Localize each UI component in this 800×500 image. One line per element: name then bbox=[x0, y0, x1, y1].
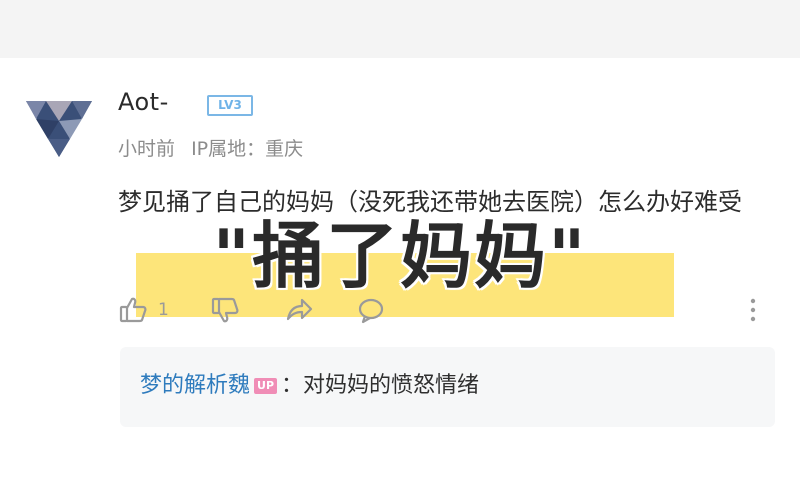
reply-box[interactable]: 梦的解析魏 UP ：对妈妈的愤怒情绪 bbox=[120, 347, 775, 427]
share-button[interactable] bbox=[284, 292, 314, 328]
username[interactable]: Aot- bbox=[118, 88, 169, 116]
reply-button[interactable] bbox=[356, 292, 386, 328]
reply-text: 对妈妈的愤怒情绪 bbox=[303, 373, 480, 398]
comment-meta: 小时前 IP属地：重庆 bbox=[118, 134, 303, 161]
overlay-title: "捅了妈妈" bbox=[211, 213, 588, 300]
reply-separator: ： bbox=[281, 373, 304, 398]
comment-time: 小时前 bbox=[118, 138, 176, 160]
share-icon bbox=[286, 298, 313, 321]
thumbs-up-icon bbox=[119, 297, 147, 323]
level-badge: LV3 bbox=[207, 95, 253, 116]
avatar-diamond-icon bbox=[26, 101, 92, 157]
more-button[interactable] bbox=[746, 292, 760, 328]
up-badge: UP bbox=[254, 378, 278, 394]
like-count: 1 bbox=[158, 300, 169, 320]
ip-location: IP属地：重庆 bbox=[191, 138, 304, 160]
reply-author[interactable]: 梦的解析魏 bbox=[140, 373, 250, 398]
avatar[interactable] bbox=[22, 95, 96, 161]
dislike-button[interactable] bbox=[210, 292, 240, 328]
reply-line: 梦的解析魏 UP ：对妈妈的愤怒情绪 bbox=[140, 371, 479, 401]
thumbs-down-icon bbox=[211, 297, 239, 323]
more-vertical-icon bbox=[750, 298, 756, 322]
comment-actions: 1 bbox=[118, 292, 778, 328]
like-button[interactable]: 1 bbox=[118, 292, 169, 328]
screen: Aot- LV3 小时前 IP属地：重庆 梦见捅了自己的妈妈（没死我还带她去医院… bbox=[0, 0, 800, 500]
comment-icon bbox=[358, 298, 384, 324]
